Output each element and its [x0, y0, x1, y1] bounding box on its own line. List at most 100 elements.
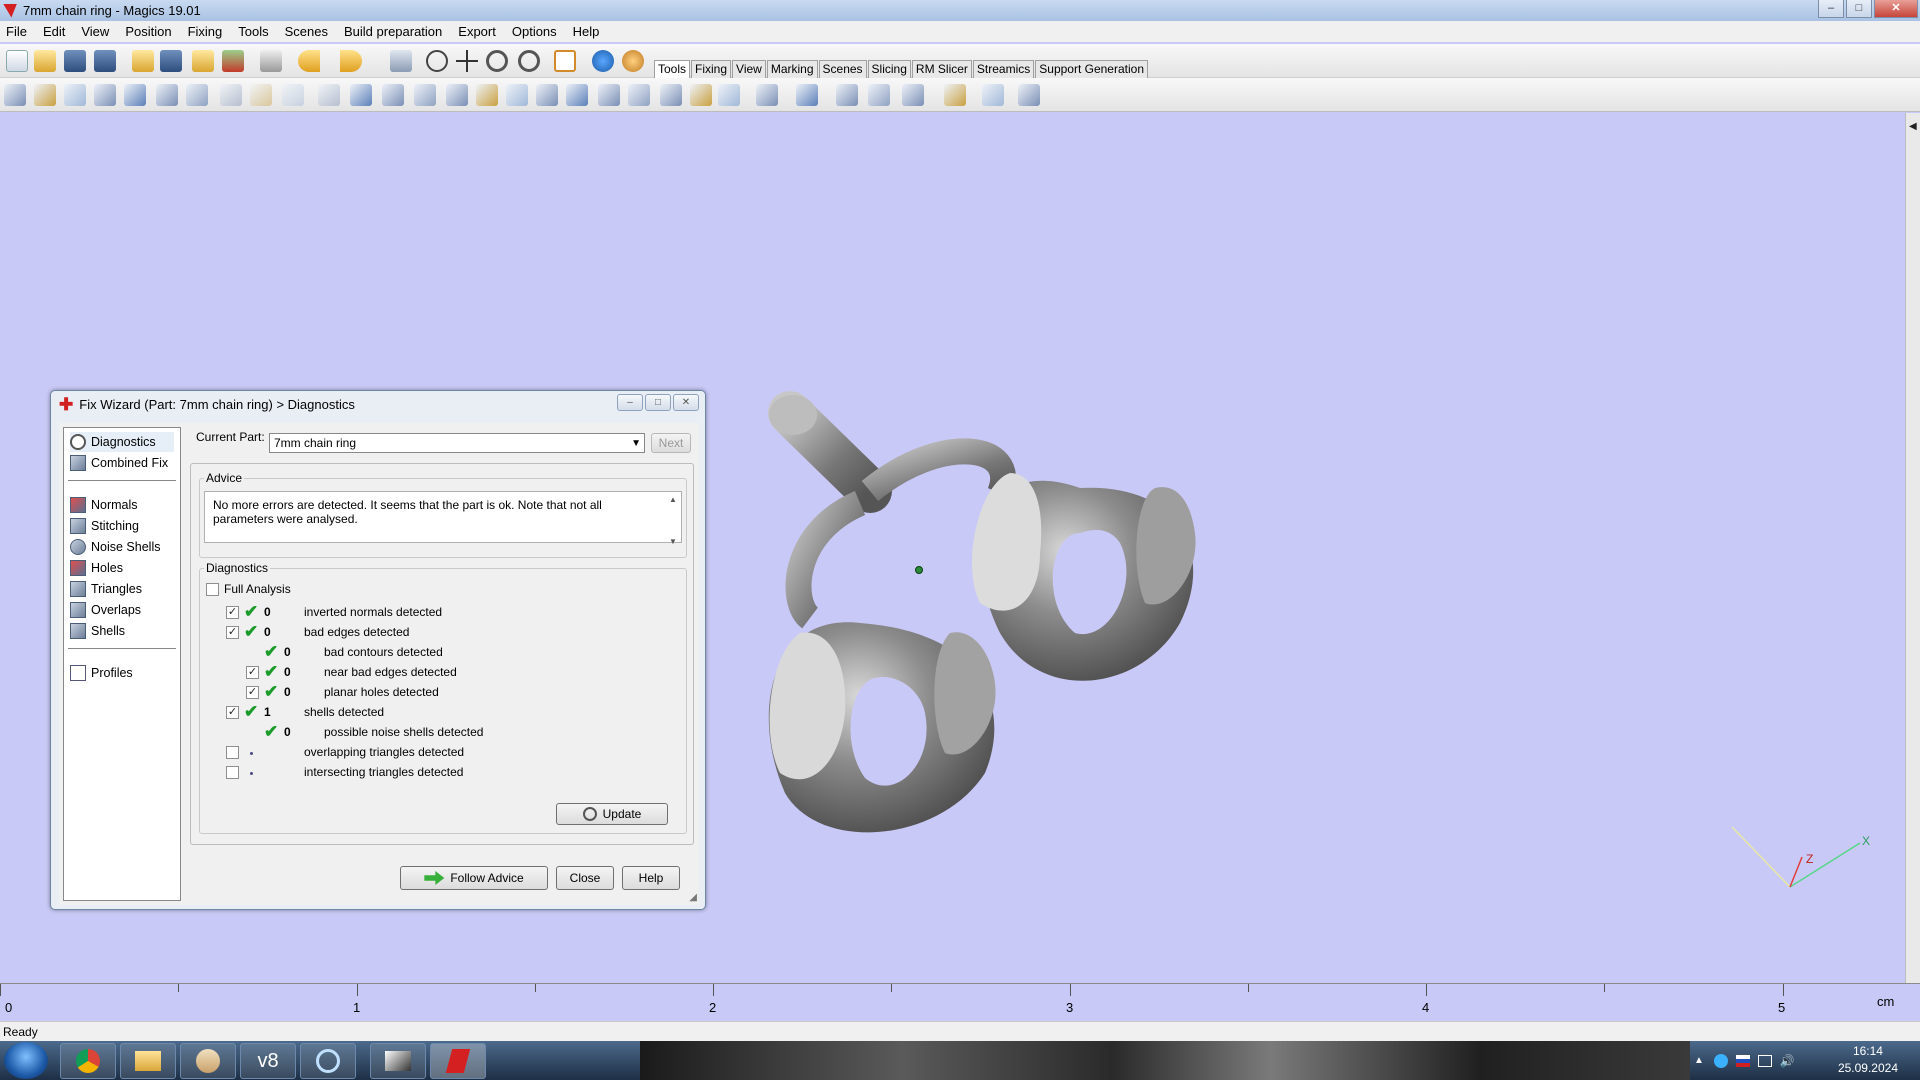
nav-holes[interactable]: Holes [70, 558, 123, 578]
update-button[interactable]: Update [556, 803, 668, 825]
tab-view[interactable]: View [732, 60, 766, 78]
save-icon[interactable] [64, 50, 86, 72]
taskbar-v8[interactable]: v8 [240, 1043, 296, 1079]
tab-fixing[interactable]: Fixing [691, 60, 732, 78]
tray-expand-icon[interactable]: ▲ [1694, 1055, 1704, 1066]
tool-icon-5[interactable] [124, 84, 146, 106]
tool-icon-7[interactable] [186, 84, 208, 106]
close-window-button[interactable]: ✕ [1874, 0, 1918, 18]
new-file-icon[interactable] [6, 50, 28, 72]
volume-icon[interactable]: 🔊 [1780, 1054, 1795, 1068]
advice-scrollbar[interactable]: ▲ ▼ [666, 493, 680, 546]
tool-icon-20[interactable] [598, 84, 620, 106]
context-help-icon[interactable] [622, 50, 644, 72]
menu-fixing[interactable]: Fixing [188, 24, 223, 39]
minimize-button[interactable]: – [1818, 0, 1844, 18]
select-icon[interactable] [390, 50, 412, 72]
nav-stitching[interactable]: Stitching [70, 516, 139, 536]
tool-icon-18[interactable] [536, 84, 558, 106]
taskbar-chrome[interactable] [60, 1043, 116, 1079]
tab-slicing[interactable]: Slicing [867, 60, 911, 78]
taskbar-magics[interactable] [430, 1043, 486, 1079]
tab-marking[interactable]: Marking [766, 60, 818, 78]
tool-icon-2[interactable] [34, 84, 56, 106]
tool-icon-26[interactable] [796, 84, 818, 106]
save-part-icon[interactable] [160, 50, 182, 72]
tool-icon-27[interactable] [836, 84, 858, 106]
menu-help[interactable]: Help [573, 24, 600, 39]
menu-build-preparation[interactable]: Build preparation [344, 24, 442, 39]
import-part-icon[interactable] [132, 50, 154, 72]
nav-profiles[interactable]: Profiles [70, 663, 133, 683]
current-part-select[interactable]: 7mm chain ring ▼ [269, 433, 645, 453]
tool-icon-16[interactable] [476, 84, 498, 106]
zoom-icon[interactable] [486, 50, 508, 72]
tool-icon-31[interactable] [982, 84, 1004, 106]
row-checkbox[interactable]: ✓ [226, 706, 239, 719]
tool-icon-10[interactable] [282, 84, 304, 106]
tool-icon-21[interactable] [628, 84, 650, 106]
tool-icon-32[interactable] [1018, 84, 1040, 106]
nav-noise-shells[interactable]: Noise Shells [70, 537, 160, 557]
print-icon[interactable] [260, 50, 282, 72]
nav-overlaps[interactable]: Overlaps [70, 600, 141, 620]
row-checkbox[interactable]: ✓ [246, 666, 259, 679]
tray-network-icon[interactable] [1713, 1053, 1728, 1068]
dialog-maximize-button[interactable]: □ [645, 394, 671, 411]
save-as-icon[interactable] [94, 50, 116, 72]
tool-icon-23[interactable] [690, 84, 712, 106]
tool-icon-19[interactable] [566, 84, 588, 106]
redo-icon[interactable] [340, 50, 362, 72]
tab-tools[interactable]: Tools [654, 60, 691, 78]
tray-flag-icon[interactable] [1757, 1054, 1772, 1067]
tab-scenes[interactable]: Scenes [818, 60, 867, 78]
tool-icon-6[interactable] [156, 84, 178, 106]
tool-icon-24[interactable] [718, 84, 740, 106]
menu-export[interactable]: Export [458, 24, 496, 39]
tool-icon-11[interactable] [318, 84, 340, 106]
menu-options[interactable]: Options [512, 24, 557, 39]
tool-icon-22[interactable] [660, 84, 682, 106]
row-checkbox[interactable]: ✓ [226, 626, 239, 639]
dialog-minimize-button[interactable]: – [617, 394, 643, 411]
tab-rm-slicer[interactable]: RM Slicer [911, 60, 972, 78]
taskbar-media[interactable] [370, 1043, 426, 1079]
menu-position[interactable]: Position [125, 24, 171, 39]
row-checkbox[interactable] [226, 766, 239, 779]
tool-icon-14[interactable] [414, 84, 436, 106]
resize-grip-icon[interactable]: ◢ [689, 892, 697, 903]
tool-icon-25[interactable] [756, 84, 778, 106]
tool-icon-4[interactable] [94, 84, 116, 106]
tab-support-generation[interactable]: Support Generation [1035, 60, 1149, 78]
menu-scenes[interactable]: Scenes [285, 24, 328, 39]
checklist-icon[interactable] [554, 50, 576, 72]
row-checkbox[interactable]: ✓ [226, 606, 239, 619]
tool-icon-29[interactable] [902, 84, 924, 106]
help-button[interactable]: Help [622, 866, 680, 890]
menu-file[interactable]: File [6, 24, 27, 39]
collapse-arrow-icon[interactable]: ◀ [1909, 121, 1917, 132]
open-folder-icon[interactable] [34, 50, 56, 72]
tool-icon-1[interactable] [4, 84, 26, 106]
menu-tools[interactable]: Tools [238, 24, 268, 39]
nav-shells[interactable]: Shells [70, 621, 125, 641]
taskbar-app[interactable] [300, 1043, 356, 1079]
language-flag-icon[interactable] [1735, 1054, 1750, 1067]
tool-icon-12[interactable] [350, 84, 372, 106]
load-scene-icon[interactable] [192, 50, 214, 72]
taskbar-explorer[interactable] [120, 1043, 176, 1079]
follow-advice-button[interactable]: Follow Advice [400, 866, 548, 890]
tool-icon-15[interactable] [446, 84, 468, 106]
menu-view[interactable]: View [81, 24, 109, 39]
tool-icon-8[interactable] [220, 84, 242, 106]
dialog-close-button[interactable]: ✕ [673, 394, 699, 411]
tool-icon-17[interactable] [506, 84, 528, 106]
zoom-fit-icon[interactable] [518, 50, 540, 72]
tool-icon-3[interactable] [64, 84, 86, 106]
start-button[interactable] [4, 1042, 48, 1079]
help-icon[interactable] [592, 50, 614, 72]
full-analysis-checkbox[interactable] [206, 583, 219, 596]
tab-streamics[interactable]: Streamics [972, 60, 1035, 78]
nav-normals[interactable]: Normals [70, 495, 138, 515]
next-button[interactable]: Next [651, 433, 691, 453]
